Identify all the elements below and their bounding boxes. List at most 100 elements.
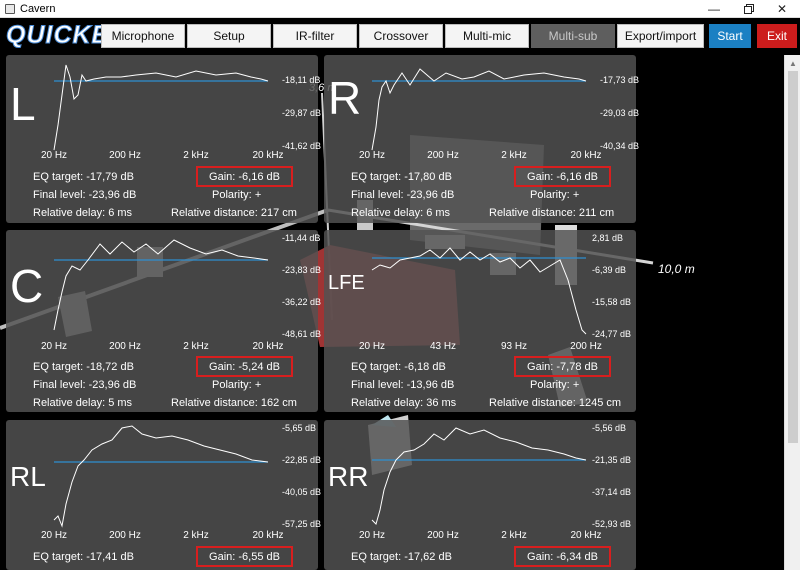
eq-target-value: -6,18 dB [404, 361, 446, 373]
final-level-label: Final level: -23,96 dB [351, 189, 455, 201]
y-tick: -18,11 dB [282, 75, 321, 85]
x-tick: 2 kHz [501, 150, 527, 161]
response-curve [371, 247, 587, 335]
final-level-value: -13,96 dB [406, 379, 455, 391]
polarity-label: Polarity: + [530, 379, 580, 391]
eq-target-value: -18,72 dB [86, 361, 134, 373]
eq-target-value: -17,62 dB [404, 551, 452, 563]
y-tick: -5,65 dB [282, 423, 317, 433]
relative-delay-value: 36 ms [426, 397, 457, 409]
final-level-label: Final level: -23,96 dB [33, 379, 137, 391]
y-tick: -11,44 dB [282, 233, 321, 243]
final-level-value: -23,96 dB [406, 189, 455, 201]
y-tick: -48,61 dB [282, 329, 322, 339]
gain-box[interactable]: Gain: -6,16 dB [514, 166, 611, 187]
multi-mic-button[interactable]: Multi-mic [445, 24, 529, 48]
frequency-response-graph[interactable] [6, 55, 324, 165]
microphone-button[interactable]: Microphone [101, 24, 185, 48]
polarity-label: Polarity: + [212, 379, 262, 391]
channel-panel-r: R -17,73 dB -29,03 dB -40,34 dB 20 Hz 20… [324, 55, 639, 223]
start-button[interactable]: Start [709, 24, 751, 48]
frequency-response-graph[interactable] [6, 420, 324, 530]
y-tick: -23,83 dB [282, 265, 322, 275]
close-icon: ✕ [776, 2, 788, 16]
x-tick: 20 kHz [570, 530, 602, 541]
x-tick: 200 Hz [427, 150, 459, 161]
gain-box[interactable]: Gain: -6,34 dB [514, 546, 611, 567]
gain-value: -6,16 dB [238, 170, 280, 183]
vertical-scrollbar[interactable]: ▲ [784, 55, 800, 570]
relative-distance-value: 1245 cm [578, 397, 622, 409]
x-tick: 20 kHz [252, 341, 284, 352]
y-tick: -21,35 dB [592, 455, 632, 465]
gain-value: -6,34 dB [556, 550, 598, 563]
x-tick: 20 Hz [40, 530, 68, 541]
scrollbar-thumb[interactable] [788, 71, 798, 443]
eq-target-label: EQ target: -17,80 dB [351, 171, 452, 183]
relative-delay-label: Relative delay: 5 ms [33, 397, 133, 409]
close-button[interactable]: ✕ [765, 0, 799, 18]
frequency-response-graph[interactable] [324, 55, 642, 165]
y-tick: -37,14 dB [592, 487, 632, 497]
eq-target-label: EQ target: -6,18 dB [351, 361, 446, 373]
app-icon [5, 4, 15, 14]
gain-value: -6,16 dB [556, 170, 598, 183]
polarity-value: + [572, 189, 580, 201]
channel-panel-rl: RL -5,65 dB -22,85 dB -40,05 dB -57,25 d… [6, 420, 322, 570]
y-tick: -6,39 dB [592, 265, 627, 275]
y-tick: -41,62 dB [282, 141, 322, 151]
gain-box[interactable]: Gain: -7,78 dB [514, 356, 611, 377]
eq-target-label: EQ target: -17,62 dB [351, 551, 452, 563]
maximize-button[interactable] [731, 0, 765, 18]
eq-target-label: EQ target: -17,41 dB [33, 551, 134, 563]
y-tick: -36,22 dB [282, 297, 322, 307]
exit-button[interactable]: Exit [757, 24, 797, 48]
scroll-up-arrow-icon[interactable]: ▲ [789, 59, 797, 68]
polarity-label: Polarity: + [212, 189, 262, 201]
gain-box[interactable]: Gain: -5,24 dB [196, 356, 293, 377]
relative-distance-value: 217 cm [260, 207, 297, 219]
frequency-response-graph[interactable] [324, 230, 642, 340]
response-curve [53, 425, 269, 528]
relative-delay-value: 6 ms [426, 207, 451, 219]
gain-box[interactable]: Gain: -6,55 dB [196, 546, 293, 567]
channel-name: L [10, 78, 36, 130]
relative-distance-label: Relative distance: 217 cm [171, 207, 297, 219]
x-tick: 2 kHz [183, 530, 209, 541]
frequency-response-graph[interactable] [324, 420, 642, 530]
x-tick: 20 Hz [40, 150, 68, 161]
channel-panel-rr: RR -5,56 dB -21,35 dB -37,14 dB -52,93 d… [324, 420, 636, 570]
setup-button[interactable]: Setup [187, 24, 271, 48]
relative-delay-label: Relative delay: 6 ms [33, 207, 133, 219]
y-tick: -5,56 dB [592, 423, 627, 433]
final-level-value: -23,96 dB [88, 189, 137, 201]
x-tick: 20 Hz [40, 341, 68, 352]
crossover-button[interactable]: Crossover [359, 24, 443, 48]
x-tick: 20 Hz [358, 150, 386, 161]
final-level-label: Final level: -23,96 dB [33, 189, 137, 201]
gain-box[interactable]: Gain: -6,16 dB [196, 166, 293, 187]
x-tick: 200 Hz [109, 150, 141, 161]
multi-sub-button[interactable]: Multi-sub [531, 24, 615, 48]
export-import-button[interactable]: Export/import [617, 24, 704, 48]
ir-filter-button[interactable]: IR-filter [273, 24, 357, 48]
channel-panel-c: C -11,44 dB -23,83 dB -36,22 dB -48,61 d… [6, 230, 322, 412]
final-level-label: Final level: -13,96 dB [351, 379, 455, 391]
polarity-value: + [254, 189, 262, 201]
y-tick: -15,58 dB [592, 297, 632, 307]
channel-panel-l: L -18,11 dB -29,87 dB -41,62 dB 20 Hz 20… [6, 55, 322, 223]
relative-delay-label: Relative delay: 6 ms [351, 207, 451, 219]
frequency-response-graph[interactable] [6, 230, 324, 340]
eq-target-label: EQ target: -18,72 dB [33, 361, 134, 373]
channel-name: RL [10, 461, 46, 492]
distance-label: 10,0 m [658, 262, 695, 276]
x-tick: 200 Hz [570, 341, 602, 352]
minimize-button[interactable]: — [697, 0, 731, 18]
response-curve [53, 239, 269, 331]
title-bar: Cavern — ✕ [0, 0, 800, 18]
y-tick: -40,05 dB [282, 487, 322, 497]
eq-target-label: EQ target: -17,79 dB [33, 171, 134, 183]
x-tick: 200 Hz [109, 341, 141, 352]
x-tick: 20 Hz [358, 530, 386, 541]
polarity-value: + [572, 379, 580, 391]
